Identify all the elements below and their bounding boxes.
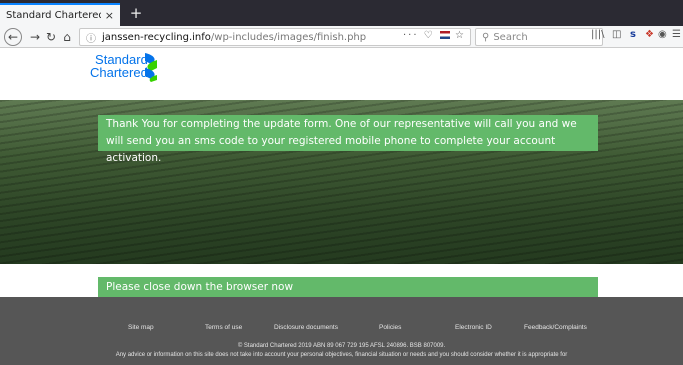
address-bar[interactable]: ⓘ janssen-recycling.info/wp-includes/ima…: [79, 28, 471, 46]
netherlands-flag-icon[interactable]: [439, 31, 450, 39]
menu-icon[interactable]: ☰: [672, 29, 681, 40]
footer-link-site-map[interactable]: Site map: [128, 324, 154, 331]
footer-link-policies[interactable]: Policies: [379, 324, 401, 331]
footer-link-terms[interactable]: Terms of use: [205, 324, 242, 331]
close-browser-notice: Please close down the browser now: [98, 277, 598, 297]
brand-logo-text: Standard Chartered: [90, 52, 148, 80]
url-path: /wp-includes/images/finish.php: [210, 31, 367, 43]
footer-link-feedback[interactable]: Feedback/Complaints: [524, 324, 587, 331]
home-icon[interactable]: ⌂: [58, 28, 76, 46]
extension-s-icon[interactable]: s: [630, 29, 636, 40]
footer-advice-text: Any advice or information on this site d…: [115, 352, 568, 358]
extension-icon[interactable]: ❖: [645, 29, 654, 40]
sidebar-icon[interactable]: ◫: [612, 29, 621, 40]
web-page: Standard Chartered Thank You for complet…: [0, 48, 683, 365]
footer-link-disclosure[interactable]: Disclosure documents: [274, 324, 338, 331]
site-footer: Site map Terms of use Disclosure documen…: [0, 297, 683, 365]
library-icon[interactable]: |||\: [591, 29, 604, 40]
confirmation-message: Thank You for completing the update form…: [98, 115, 598, 164]
browser-tab[interactable]: Standard Chartered Online ×: [0, 3, 120, 26]
url-host: janssen-recycling.info: [102, 31, 211, 43]
search-placeholder: Search: [493, 31, 528, 43]
site-header: Standard Chartered: [0, 48, 683, 100]
footer-copyright: © Standard Chartered 2019 ABN 89 067 729…: [237, 343, 446, 349]
tab-title: Standard Chartered Online: [6, 10, 101, 21]
browser-tab-bar: Standard Chartered Online × +: [0, 0, 683, 26]
footer-link-electronic-id[interactable]: Electronic ID: [455, 324, 492, 331]
new-tab-button[interactable]: +: [126, 3, 146, 23]
info-icon[interactable]: ⓘ: [86, 30, 96, 45]
brand-logo-icon: [145, 53, 157, 82]
browser-toolbar: ← → ↻ ⌂ ⓘ janssen-recycling.info/wp-incl…: [0, 26, 683, 48]
hero-tea-field-image: Thank You for completing the update form…: [0, 100, 683, 264]
search-icon: ⚲: [482, 31, 490, 43]
back-arrow-icon[interactable]: ←: [4, 28, 22, 46]
search-input[interactable]: ⚲ Search: [475, 28, 603, 46]
account-icon[interactable]: ◉: [658, 29, 667, 40]
tab-close-icon[interactable]: ×: [105, 9, 114, 22]
page-actions[interactable]: ··· ♡ ☆: [403, 30, 466, 41]
